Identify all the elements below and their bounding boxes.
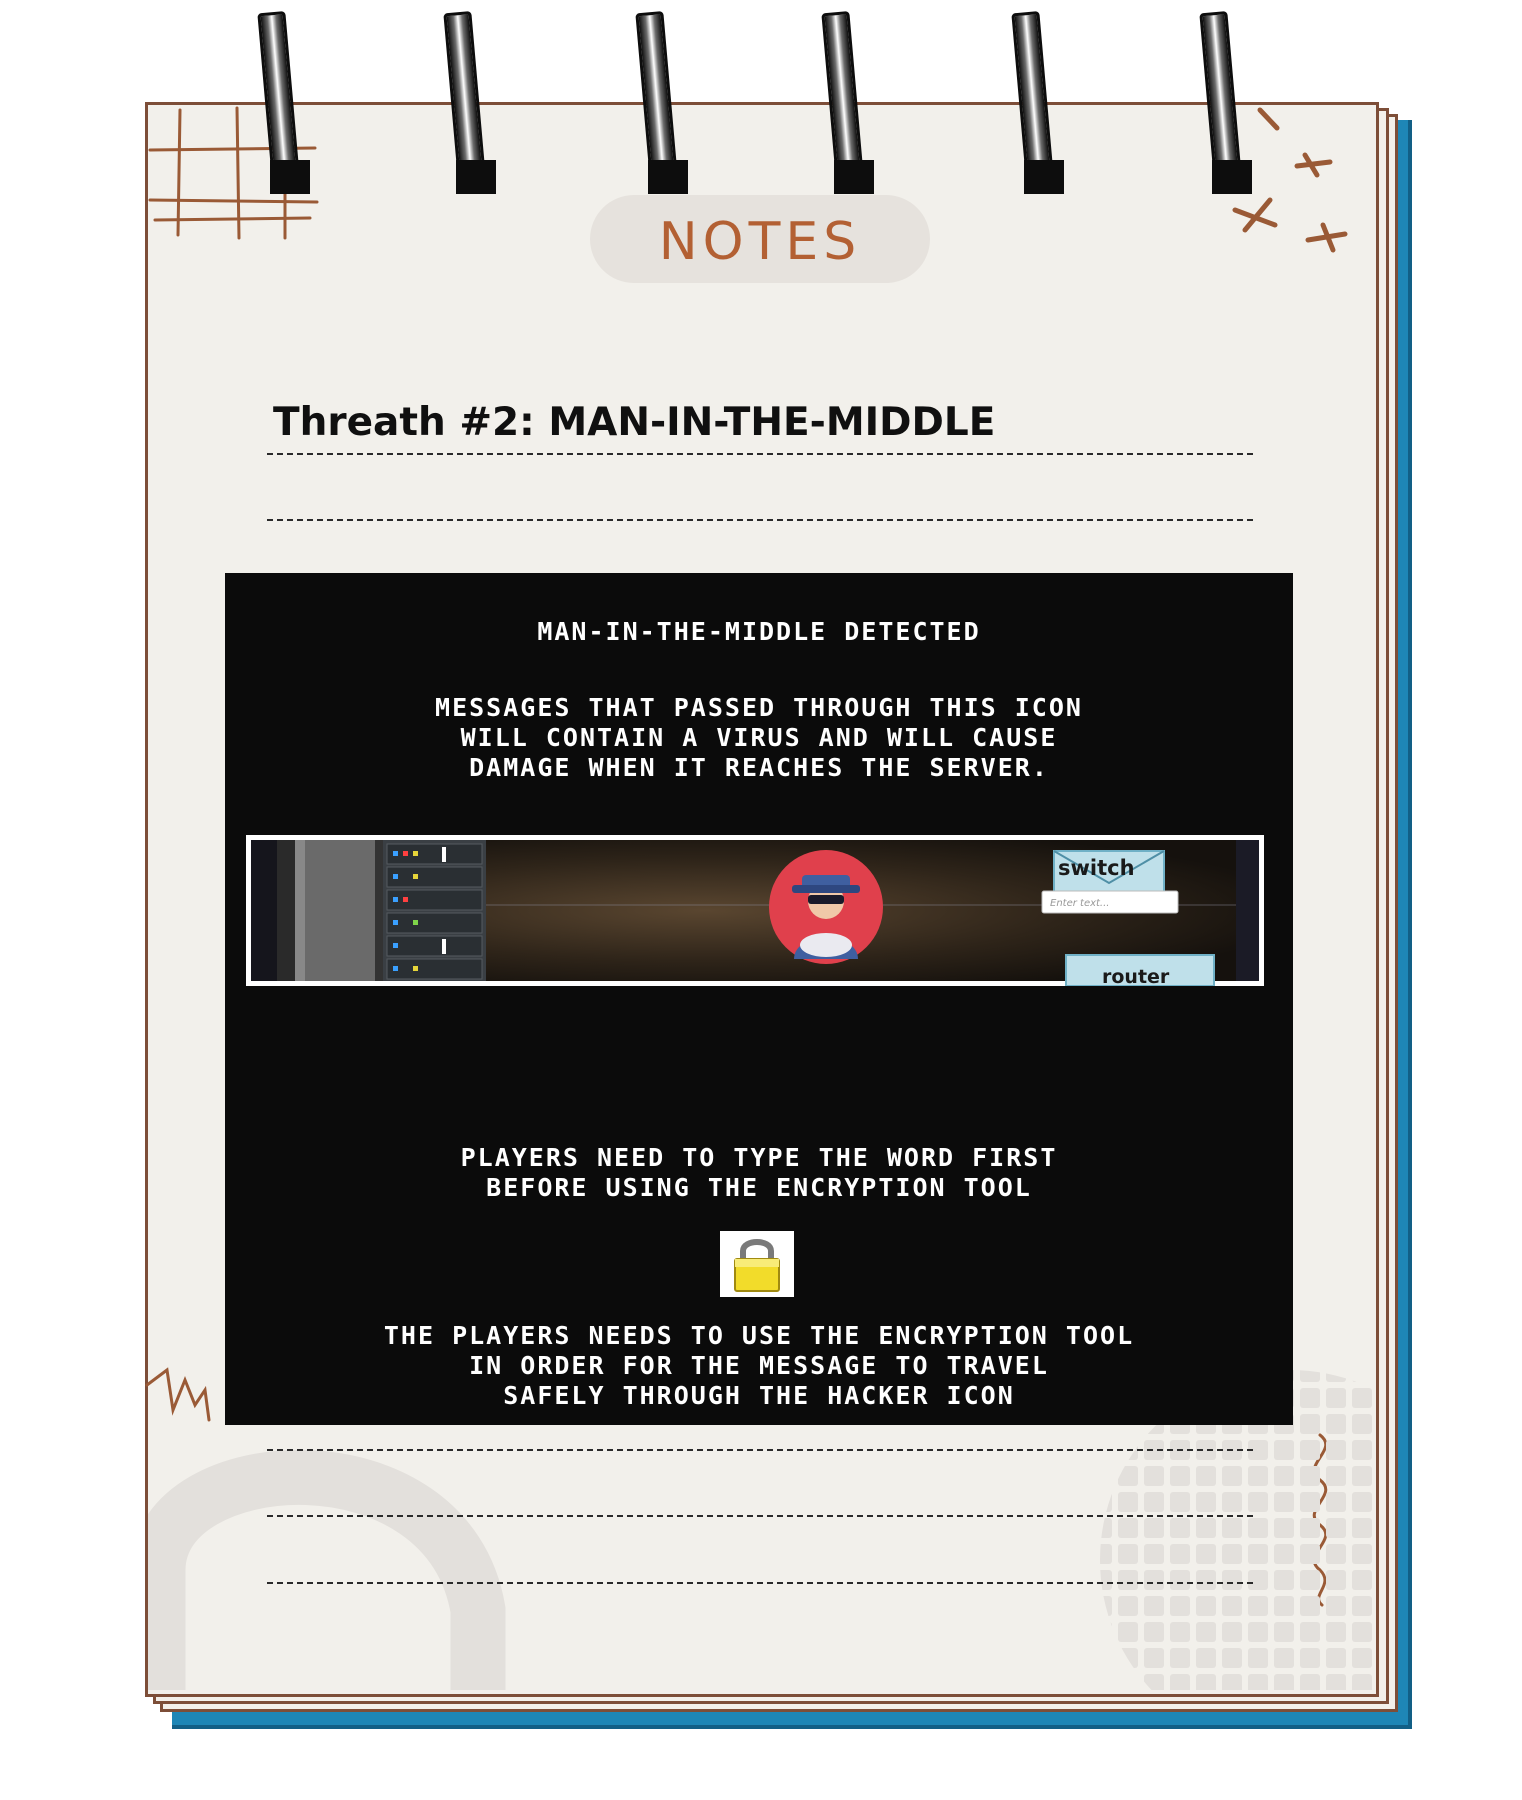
instruction-text: Players need to type the word first befo… xyxy=(225,1143,1293,1203)
description-line: will contain a virus and will cause xyxy=(460,723,1058,752)
ruled-line xyxy=(267,453,1253,455)
ruled-line xyxy=(267,1515,1253,1517)
hacker-icon xyxy=(769,850,883,964)
lock-icon xyxy=(734,1239,780,1292)
arch-watermark xyxy=(148,1449,506,1690)
description-line: damage when it reaches the server. xyxy=(469,753,1049,782)
switch-label: switch xyxy=(1058,856,1135,880)
outcome-text: The players needs to use the encryption … xyxy=(225,1321,1293,1411)
text-entry-placeholder: Enter text... xyxy=(1050,898,1109,909)
virus-description: Messages that passed through this icon w… xyxy=(225,693,1293,783)
outcome-line: safely through the hacker icon xyxy=(503,1381,1015,1410)
binder-hole xyxy=(456,160,496,194)
notes-title: NOTES xyxy=(658,212,862,272)
description-line: Messages that passed through this icon xyxy=(435,693,1083,722)
outcome-line: The players needs to use the encryption … xyxy=(383,1321,1135,1350)
threat-heading: Threath #2: MAN-IN-THE-MIDDLE xyxy=(273,400,996,445)
binder-hole xyxy=(270,160,310,194)
server-rack xyxy=(383,840,486,981)
encryption-tool xyxy=(720,1231,794,1297)
instruction-line: before using the encryption tool xyxy=(486,1173,1032,1202)
text-entry-field: Enter text... xyxy=(1041,890,1179,914)
binder-hole xyxy=(1212,160,1252,194)
ruled-line xyxy=(267,519,1253,521)
binder-hole xyxy=(648,160,688,194)
outcome-line: in order for the message to travel xyxy=(469,1351,1049,1380)
router-label: router xyxy=(1102,966,1170,986)
switch-node: switch xyxy=(1053,850,1165,898)
router-node: router xyxy=(1065,954,1215,988)
info-panel: Man-in-the-middle detected Messages that… xyxy=(225,573,1293,1425)
game-screenshot: switch Enter text... router xyxy=(246,835,1264,988)
ruled-line xyxy=(267,1582,1253,1584)
detected-label: Man-in-the-middle detected xyxy=(537,617,981,646)
binder-hole xyxy=(834,160,874,194)
ruled-line xyxy=(267,1449,1253,1451)
instruction-line: Players need to type the word first xyxy=(460,1143,1058,1172)
binder-hole xyxy=(1024,160,1064,194)
game-scene: switch Enter text... router xyxy=(251,840,1259,988)
